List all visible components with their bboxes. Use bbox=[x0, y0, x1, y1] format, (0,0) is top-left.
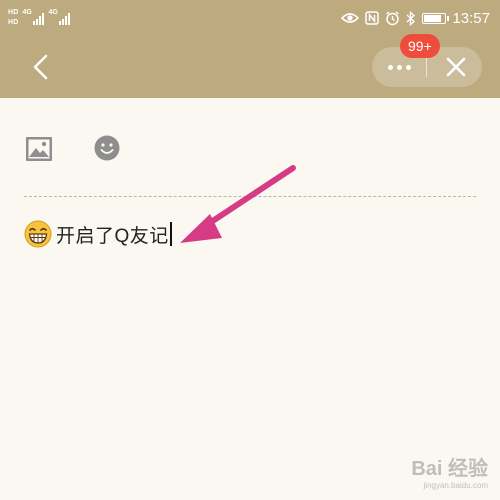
network-label-2: 4G bbox=[48, 9, 58, 16]
emoji-icon bbox=[94, 135, 120, 161]
chevron-left-icon bbox=[33, 54, 48, 80]
signal-icon: 4G bbox=[48, 9, 71, 25]
image-icon bbox=[26, 137, 52, 161]
editor-text: 开启了Q友记 bbox=[56, 225, 169, 247]
text-cursor bbox=[169, 222, 172, 246]
bluetooth-icon bbox=[406, 10, 416, 26]
status-time: 13:57 bbox=[452, 9, 490, 27]
arrow-shaft bbox=[193, 165, 296, 235]
arrow-head bbox=[180, 214, 222, 243]
watermark: Bai 经验 jingyan.baidu.com bbox=[411, 452, 488, 490]
notification-badge: 99+ bbox=[400, 34, 440, 58]
watermark-main: Bai 经验 bbox=[411, 458, 488, 480]
eye-icon bbox=[341, 13, 360, 23]
hd-indicators: HD HD bbox=[8, 9, 19, 27]
close-button[interactable] bbox=[430, 47, 482, 87]
hd-label-1: HD bbox=[8, 9, 19, 16]
network-label-1: 4G bbox=[22, 9, 32, 16]
toolbar-divider bbox=[24, 196, 476, 197]
close-icon bbox=[446, 57, 466, 77]
more-dots-icon bbox=[405, 64, 411, 70]
signal-icon: 4G bbox=[22, 9, 45, 25]
nfc-icon bbox=[365, 11, 380, 25]
insert-emoji-button[interactable] bbox=[94, 135, 120, 161]
battery-icon bbox=[422, 12, 450, 24]
battery-level bbox=[424, 14, 442, 22]
hd-label-2: HD bbox=[8, 19, 19, 26]
alarm-icon bbox=[386, 10, 400, 25]
insert-image-button[interactable] bbox=[26, 137, 52, 161]
back-button[interactable] bbox=[26, 50, 56, 84]
status-bar: HD HD 4G 4G 13:57 bbox=[0, 0, 500, 36]
capsule-divider bbox=[426, 57, 427, 77]
status-left: HD HD 4G 4G bbox=[8, 4, 71, 32]
status-right: 13:57 bbox=[341, 0, 490, 36]
grinning-face-icon bbox=[24, 220, 52, 248]
more-dots-icon bbox=[387, 64, 393, 70]
watermark-sub: jingyan.baidu.com bbox=[423, 481, 488, 490]
editor-content[interactable]: 开启了Q友记 bbox=[24, 218, 172, 250]
more-dots-icon bbox=[396, 64, 402, 70]
